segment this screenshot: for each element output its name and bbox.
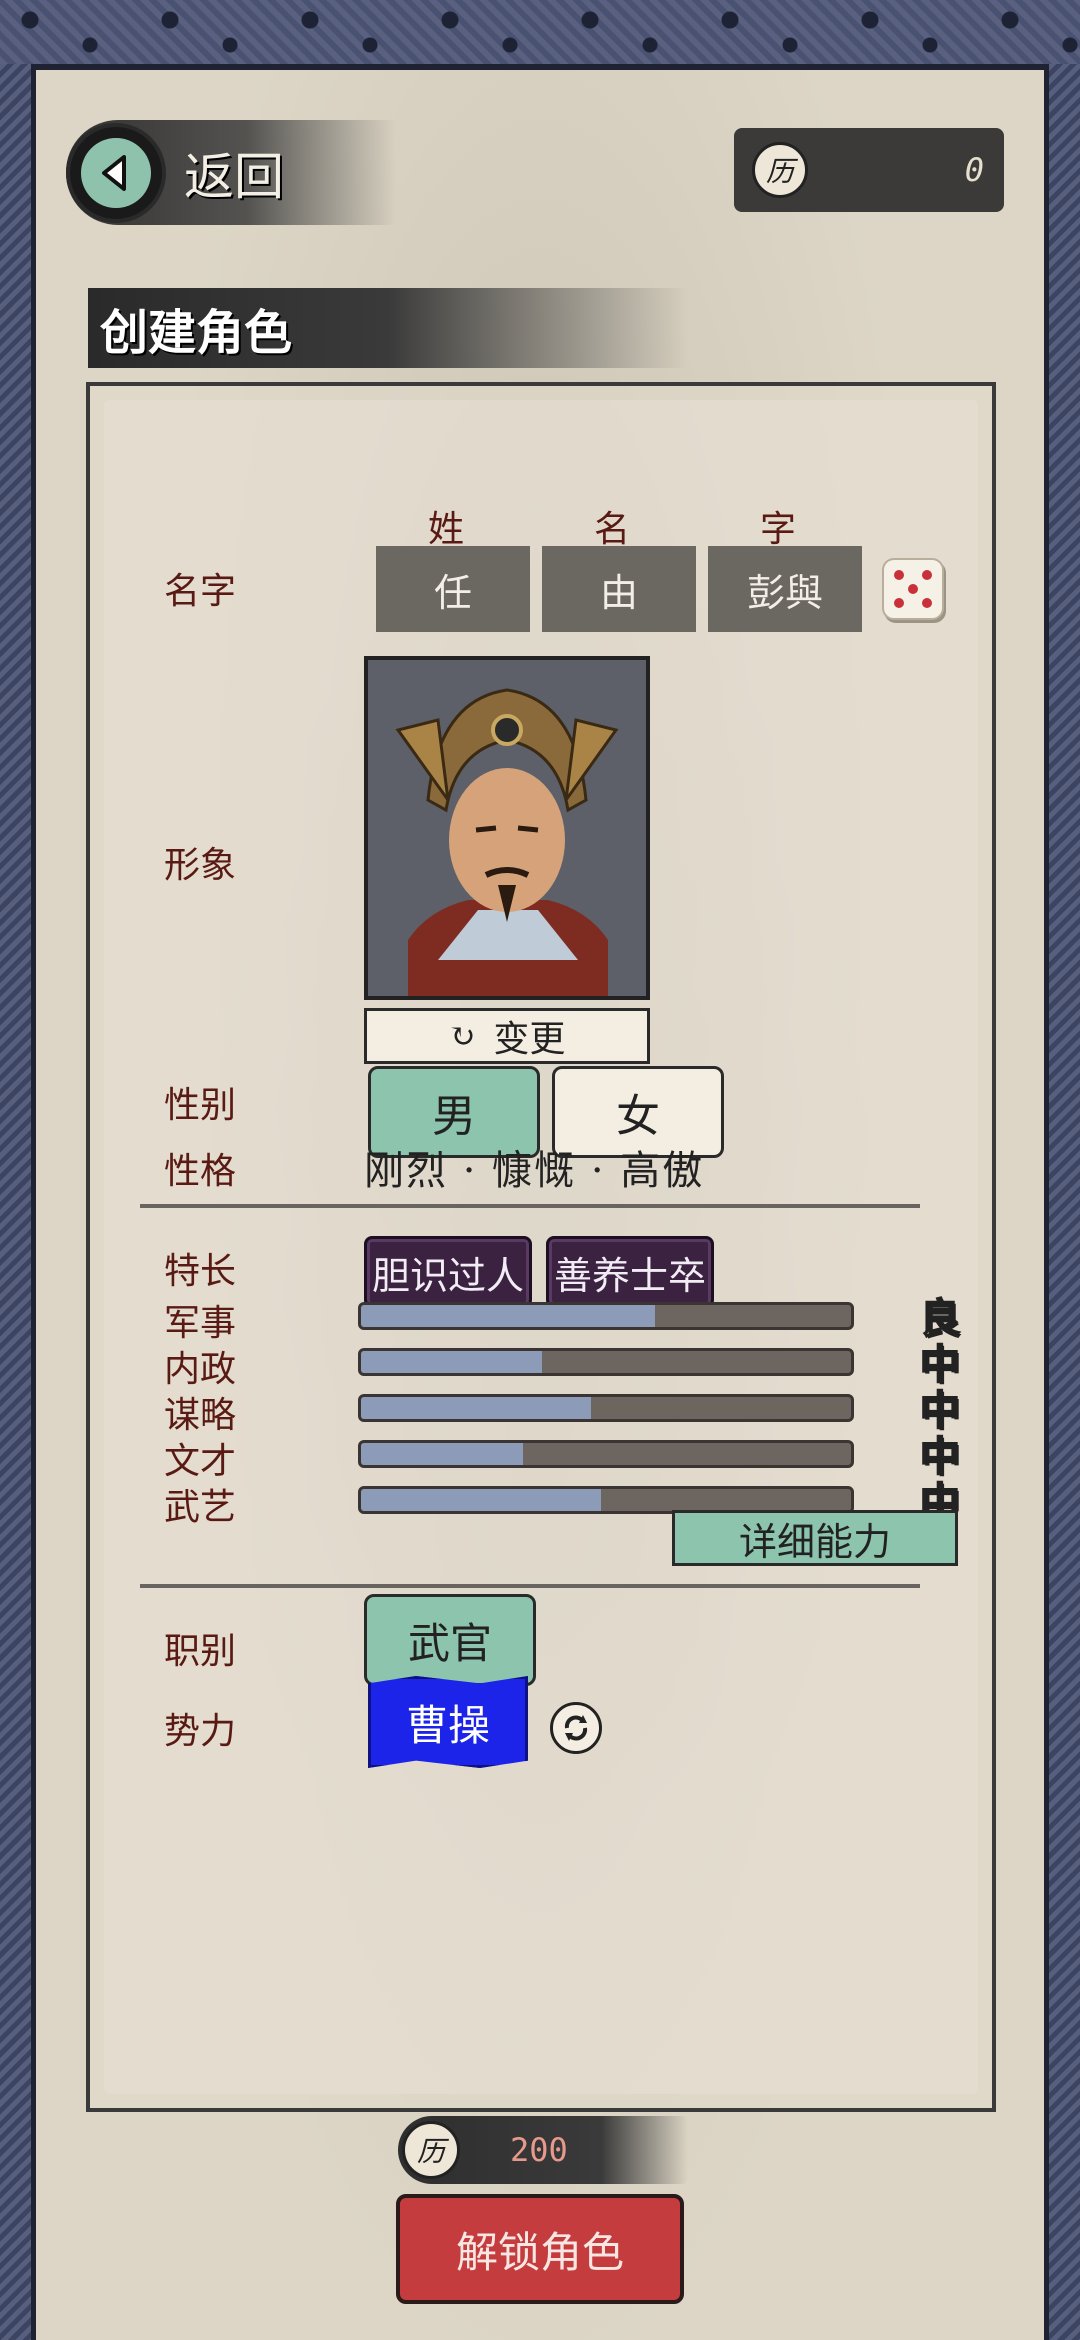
refresh-faction-icon[interactable]	[550, 1702, 602, 1754]
courtesy-name-field[interactable]: 彭與	[708, 546, 862, 632]
stat-fill-martial	[361, 1489, 602, 1511]
unlock-cost: 历 200	[398, 2116, 688, 2184]
back-arrow-icon	[66, 122, 166, 223]
stat-bar-military	[358, 1302, 854, 1330]
coin-symbol: 历	[416, 2135, 445, 2168]
change-portrait-label: 变更	[493, 1019, 566, 1060]
specialty-pill-2[interactable]: 善养士卒	[546, 1236, 714, 1308]
coin-symbol: 历	[765, 155, 794, 188]
stat-label-military: 军事	[164, 1303, 237, 1344]
surname-field[interactable]: 任	[376, 546, 530, 632]
refresh-icon: ↻	[448, 1017, 476, 1055]
faction-flag[interactable]: 曹操	[368, 1676, 528, 1768]
unlock-character-button[interactable]: 解锁角色	[396, 2194, 684, 2304]
character-form-panel: 名字 姓 名 字 任 由 彭與 形象 ↻ 变更 性别 男 女 性格 刚烈 · 慷…	[86, 382, 996, 2112]
coin-icon: 历	[402, 2121, 460, 2179]
stat-fill-administration	[361, 1351, 543, 1373]
stat-fill-literature	[361, 1443, 523, 1465]
personality-value: 刚烈 · 慷慨 · 高傲	[364, 1148, 705, 1194]
role-label: 职别	[164, 1631, 237, 1672]
specialty-label: 特长	[164, 1251, 237, 1292]
specialty-pill-1[interactable]: 胆识过人	[364, 1236, 532, 1308]
change-portrait-button[interactable]: ↻ 变更	[364, 1008, 650, 1064]
left-border-decoration	[0, 64, 36, 2340]
portrait-label: 形象	[164, 845, 237, 886]
stat-label-literature: 文才	[164, 1441, 237, 1482]
currency-display: 历 0	[734, 128, 1004, 212]
surname-heading: 姓	[428, 509, 465, 550]
name-label: 名字	[164, 571, 237, 612]
character-portrait	[364, 656, 650, 1000]
coin-icon: 历	[752, 142, 808, 198]
role-button[interactable]: 武官	[364, 1594, 536, 1686]
top-border-decoration	[0, 0, 1080, 70]
currency-value: 0	[964, 151, 984, 189]
stat-label-administration: 内政	[164, 1349, 237, 1390]
given-name-heading: 名	[594, 509, 631, 550]
page-title: 创建角色	[100, 305, 293, 361]
right-border-decoration	[1044, 64, 1080, 2340]
faction-label: 势力	[164, 1711, 237, 1752]
stat-label-strategy: 谋略	[164, 1395, 237, 1436]
stat-fill-military	[361, 1305, 655, 1327]
given-name-field[interactable]: 由	[542, 546, 696, 632]
detailed-abilities-button[interactable]: 详细能力	[672, 1510, 958, 1566]
divider	[140, 1204, 920, 1208]
divider	[140, 1584, 920, 1588]
stat-bar-strategy	[358, 1394, 854, 1422]
stat-bar-administration	[358, 1348, 854, 1376]
stat-fill-strategy	[361, 1397, 592, 1419]
stat-bar-literature	[358, 1440, 854, 1468]
personality-label: 性格	[164, 1151, 237, 1192]
gender-label: 性别	[164, 1085, 237, 1126]
dice-icon[interactable]	[882, 558, 944, 620]
stat-label-martial: 武艺	[164, 1487, 237, 1528]
back-label: 返回	[184, 147, 284, 206]
cost-value: 200	[510, 2131, 568, 2169]
courtesy-name-heading: 字	[760, 509, 797, 550]
page-title-banner: 创建角色	[88, 288, 688, 368]
paper-background: 返回 历 0 创建角色 名字 姓 名 字 任 由 彭與 形象 ↻ 变更 性别 男…	[36, 70, 1044, 2340]
back-button[interactable]: 返回	[66, 120, 396, 225]
